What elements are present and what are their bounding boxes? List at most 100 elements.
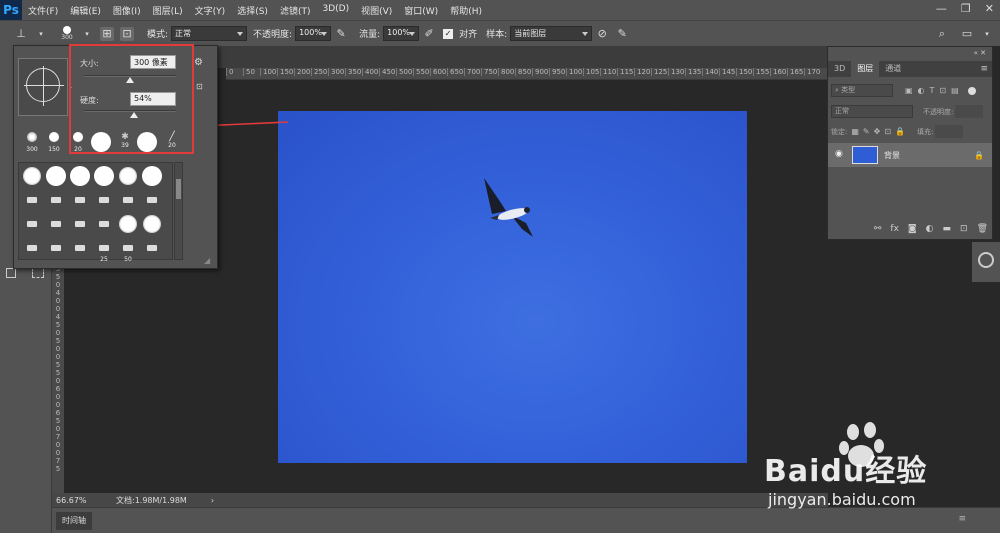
brush-preset-cell[interactable]	[141, 189, 163, 211]
new-layer-icon[interactable]: ⊡	[960, 224, 968, 234]
gear-icon[interactable]: ⚙	[194, 57, 203, 68]
clone-source-panel-icon[interactable]: ⊡	[120, 26, 134, 41]
creative-cloud-icon[interactable]	[978, 252, 994, 268]
brush-preset-cell[interactable]: 50	[117, 237, 139, 263]
new-group-icon[interactable]: ▬	[943, 224, 952, 234]
lock-icons[interactable]: ▦✎✥⊡🔒	[851, 127, 909, 136]
brush-preset-picker[interactable]: 300	[57, 23, 77, 45]
pressure-opacity-icon[interactable]: ✎	[334, 27, 348, 41]
blend-mode-select[interactable]: 正常	[831, 105, 913, 118]
brush-preset-cell[interactable]	[45, 213, 67, 235]
brush-preset-cell[interactable]	[21, 213, 43, 235]
clone-stamp-tool-icon[interactable]: ⊥	[14, 27, 28, 41]
eye-icon[interactable]: ◉	[835, 149, 843, 159]
ruler-tick: 0	[55, 329, 61, 337]
brush-preset-cell[interactable]	[21, 237, 43, 259]
brush-preset-cell[interactable]	[141, 165, 163, 187]
brush-preset-cell[interactable]	[93, 213, 115, 235]
menu-item-9[interactable]: 窗口(W)	[398, 4, 444, 17]
layer-row-background[interactable]: ◉ 背景 🔒	[828, 143, 992, 167]
link-layers-icon[interactable]: ⚯	[874, 224, 882, 234]
ruler-tick: 300	[328, 68, 345, 76]
menu-item-0[interactable]: 文件(F)	[22, 4, 64, 17]
preset-300[interactable]: 300	[24, 132, 40, 153]
brush-preset-cell[interactable]	[45, 165, 67, 187]
menu-item-7[interactable]: 3D(D)	[316, 4, 355, 17]
ruler-tick: 0	[55, 449, 61, 457]
brush-preset-cell[interactable]	[69, 237, 91, 259]
preset-150[interactable]: 150	[46, 132, 62, 153]
brush-preset-cell[interactable]	[93, 189, 115, 211]
quick-mask-icon[interactable]	[6, 268, 16, 278]
menu-item-6[interactable]: 滤镜(T)	[274, 4, 317, 17]
ruler-tick: 500	[396, 68, 413, 76]
minimize-icon[interactable]: —	[936, 2, 947, 15]
menu-item-2[interactable]: 图像(I)	[107, 4, 147, 17]
screen-mode-icon[interactable]	[32, 268, 44, 278]
menu-item-3[interactable]: 图层(L)	[147, 4, 189, 17]
chevron-down-icon[interactable]: ▾	[980, 27, 994, 41]
brush-preset-cell[interactable]: 25	[93, 237, 115, 263]
layer-filter-row: ⌕ 类型 ▣◐T⊡▤	[831, 84, 976, 97]
filter-icons[interactable]: ▣◐T⊡▤	[905, 86, 964, 95]
brush-preset-cell[interactable]	[117, 213, 139, 235]
collapse-icon[interactable]: « ✕	[974, 49, 986, 57]
sample-select[interactable]: 当前图层	[510, 26, 593, 41]
chevron-down-icon[interactable]: ▾	[34, 27, 48, 41]
filter-type-select[interactable]: ⌕ 类型	[831, 84, 893, 97]
chevron-down-icon[interactable]: ▾	[80, 27, 94, 41]
menu-item-5[interactable]: 选择(S)	[231, 4, 274, 17]
brush-preset-cell[interactable]	[141, 213, 163, 235]
workspace-icon[interactable]: ▭	[960, 27, 974, 41]
brush-panel-toggle-icon[interactable]: ⊞	[100, 26, 114, 41]
brush-preset-grid[interactable]: 25 50	[18, 162, 173, 263]
new-preset-icon[interactable]: ⊡	[196, 82, 203, 91]
brush-preset-cell[interactable]	[21, 189, 43, 211]
ruler-tick: 6	[55, 385, 61, 393]
brush-preset-cell[interactable]	[117, 189, 139, 211]
brush-preset-cell[interactable]	[69, 165, 91, 187]
brush-preset-cell[interactable]	[45, 189, 67, 211]
panel-menu-icon[interactable]: ≡	[980, 61, 988, 77]
close-icon[interactable]: ✕	[985, 2, 994, 15]
airbrush-icon[interactable]: ✐	[422, 27, 436, 41]
brush-preset-cell[interactable]	[69, 213, 91, 235]
status-arrow-icon[interactable]: ›	[211, 496, 214, 505]
layer-fill-field[interactable]	[935, 125, 964, 138]
opacity-field[interactable]: 100%	[295, 26, 332, 41]
ignore-adjustment-layers-icon[interactable]: ⊘	[595, 27, 609, 41]
mode-select[interactable]: 正常	[171, 26, 248, 41]
layer-opacity-field[interactable]	[955, 105, 984, 118]
tab-3d[interactable]: 3D	[828, 61, 851, 77]
brush-preset-cell[interactable]	[69, 189, 91, 211]
brush-preset-cell[interactable]	[117, 165, 139, 187]
brush-preset-cell[interactable]	[93, 165, 115, 187]
brush-preset-cell[interactable]	[21, 165, 43, 187]
menu-item-4[interactable]: 文字(Y)	[189, 4, 232, 17]
brush-preset-cell[interactable]	[141, 237, 163, 259]
filter-toggle-icon[interactable]	[967, 86, 976, 95]
zoom-level[interactable]: 66.67%	[56, 496, 106, 505]
menu-item-8[interactable]: 视图(V)	[355, 4, 398, 17]
resize-grip-icon[interactable]: ◢	[204, 256, 210, 265]
menu-item-10[interactable]: 帮助(H)	[444, 4, 488, 17]
preset-scrollbar[interactable]	[174, 162, 183, 260]
trash-icon[interactable]: 🗑	[977, 224, 988, 234]
pressure-size-icon[interactable]: ✎	[615, 27, 629, 41]
search-icon[interactable]: ⌕	[935, 27, 949, 41]
tab-timeline[interactable]: 时间轴	[56, 512, 92, 530]
document-image[interactable]	[278, 111, 747, 463]
restore-icon[interactable]: ❐	[961, 2, 971, 15]
fx-icon[interactable]: fx	[890, 224, 899, 234]
adjustment-layer-icon[interactable]: ◐	[926, 224, 934, 234]
brush-tip-icon	[99, 221, 109, 227]
tab-channels[interactable]: 通道	[879, 61, 907, 77]
menu-item-1[interactable]: 编辑(E)	[64, 4, 107, 17]
tab-layers[interactable]: 图层	[851, 61, 880, 77]
brush-size-label: 50	[124, 256, 132, 263]
fill-label: 填充:	[917, 127, 934, 136]
add-mask-icon[interactable]: ◙	[908, 224, 917, 234]
align-checkbox[interactable]: ✓	[443, 28, 454, 39]
flow-field[interactable]: 100%	[383, 26, 420, 41]
brush-preset-cell[interactable]	[45, 237, 67, 259]
